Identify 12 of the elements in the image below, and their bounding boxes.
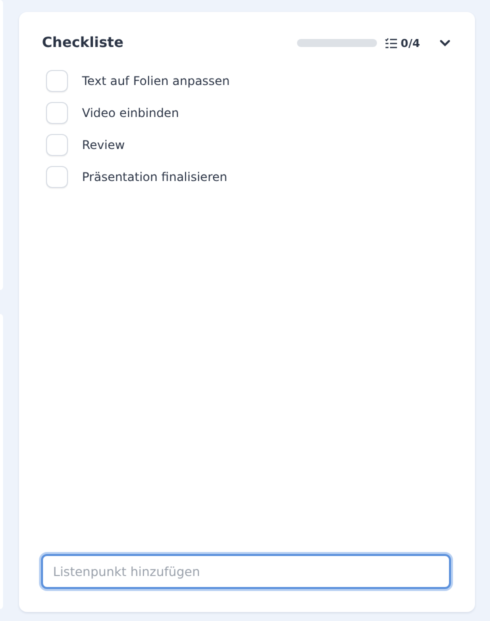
checkbox[interactable] [46, 70, 68, 92]
item-label: Text auf Folien anpassen [82, 74, 230, 88]
checkbox[interactable] [46, 134, 68, 156]
checkbox[interactable] [46, 166, 68, 188]
checklist-icon [384, 38, 397, 48]
checkbox[interactable] [46, 102, 68, 124]
progress-count: 0/4 [400, 36, 420, 50]
card-title: Checkliste [42, 35, 124, 51]
item-label: Video einbinden [82, 106, 179, 120]
item-label: Präsentation finalisieren [82, 170, 228, 184]
input-field[interactable]: Listenpunkt hinzufügen [41, 554, 451, 589]
item-label: Review [82, 138, 125, 152]
